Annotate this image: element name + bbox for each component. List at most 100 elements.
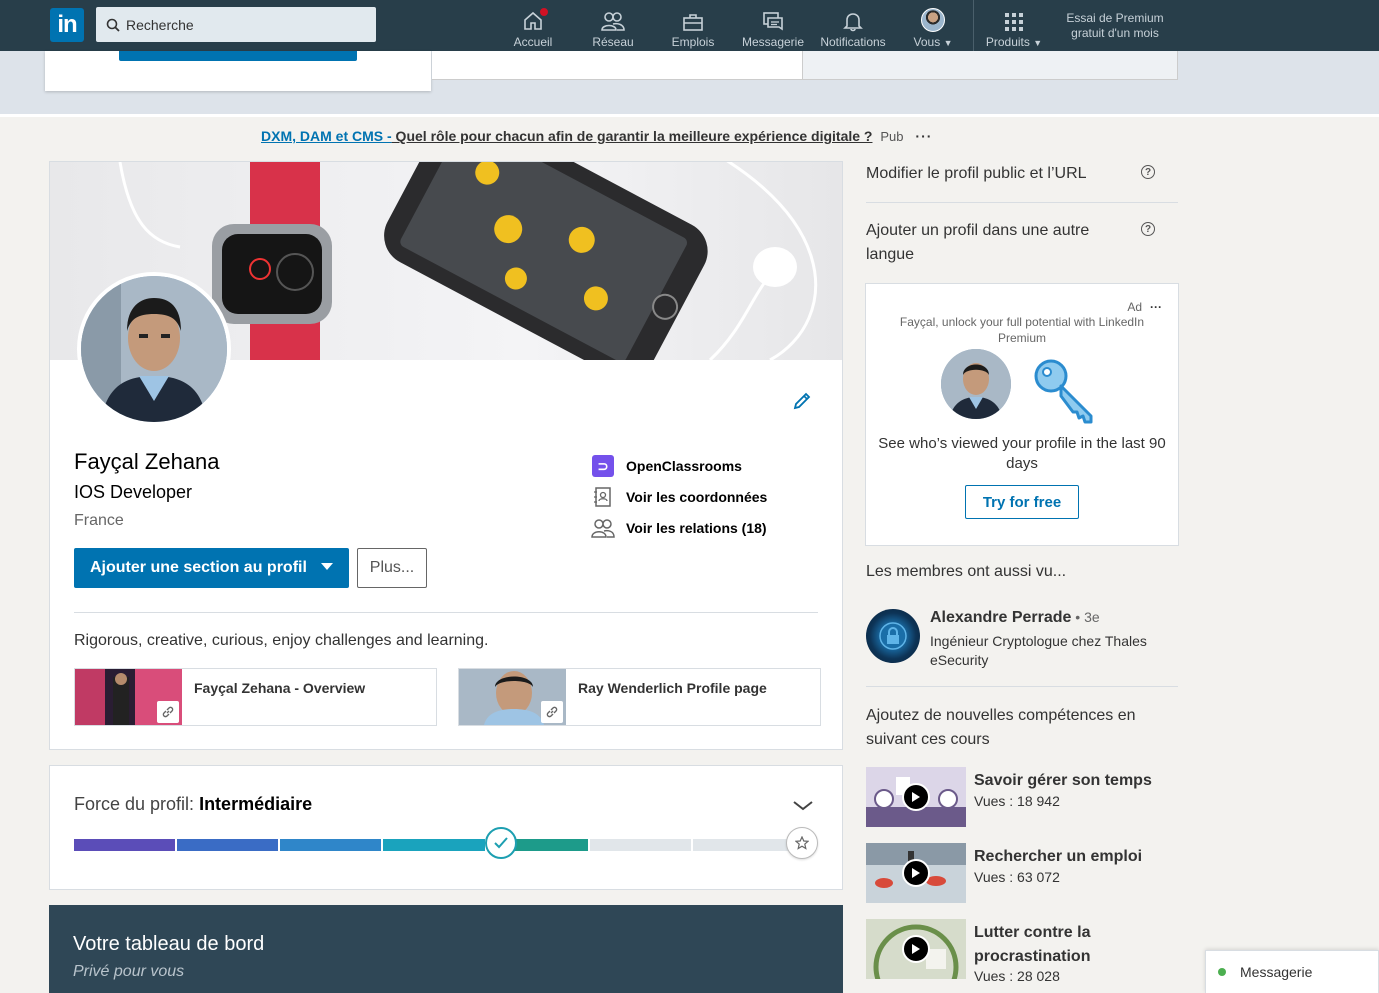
- contact-info-label: Voir les coordonnées: [626, 489, 768, 505]
- check-icon: [494, 837, 508, 849]
- strength-segment: [692, 839, 794, 851]
- network-icon: [601, 12, 625, 31]
- person-name: Alexandre Perrade: [930, 609, 1072, 626]
- play-icon: [902, 935, 930, 963]
- more-button[interactable]: Plus...: [357, 548, 427, 588]
- edit-public-profile-link[interactable]: Modifier le profil public et l’URL: [866, 162, 1126, 186]
- lock-icon: [879, 622, 907, 650]
- nav-accueil[interactable]: Accueil: [493, 0, 573, 51]
- ad-tag: Pub: [880, 129, 904, 144]
- ad-link-secondary[interactable]: Quel rôle pour chacun afin de garantir l…: [392, 128, 873, 144]
- premium-ad-card: Ad ··· Fayçal, unlock your full potential…: [865, 283, 1179, 546]
- bell-icon: [843, 13, 863, 32]
- briefcase-icon: [683, 14, 703, 31]
- nav-label: Notifications: [820, 35, 886, 49]
- media-item[interactable]: Fayçal Zehana - Overview: [74, 668, 437, 726]
- person-name-link[interactable]: Alexandre Perrade • 3e: [930, 609, 1100, 627]
- profile-headline: IOS Developer: [74, 482, 193, 502]
- course-title: Lutter contre la procrastination: [974, 924, 1091, 965]
- profile-summary: Rigorous, creative, curious, enjoy chall…: [74, 632, 489, 649]
- edit-pencil-icon[interactable]: [791, 390, 813, 412]
- course-item[interactable]: Lutter contre la procrastination Vues : …: [866, 919, 1178, 984]
- strength-segment: [589, 839, 691, 851]
- also-viewed-heading: Les membres ont aussi vu...: [866, 563, 1067, 580]
- chevron-down-icon: ▼: [1033, 38, 1043, 48]
- scrolled-card: [802, 51, 1178, 80]
- help-icon[interactable]: ?: [1141, 165, 1155, 179]
- person-headline: Ingénieur Cryptologue chez Thales eSecur…: [930, 633, 1147, 668]
- online-status-icon: [1218, 968, 1226, 976]
- profile-card: Fayçal Zehana IOS Developer France ⊃ Ope…: [49, 161, 843, 750]
- connections-label: Voir les relations (18): [626, 520, 767, 536]
- nav-notifications[interactable]: Notifications: [813, 0, 893, 51]
- ad-more-button[interactable]: ···: [1150, 300, 1162, 314]
- scrolled-button: [119, 51, 357, 61]
- divider: [866, 202, 1178, 203]
- media-title: Fayçal Zehana - Overview: [194, 680, 366, 696]
- ad-more-button[interactable]: ···: [915, 128, 932, 144]
- linkedin-logo[interactable]: in: [50, 8, 84, 42]
- dashboard-card: Votre tableau de bord Privé pour vous: [49, 905, 843, 993]
- divider: [866, 686, 1178, 687]
- try-for-free-button[interactable]: Try for free: [965, 485, 1079, 519]
- add-section-label: Ajouter une section au profil: [90, 559, 307, 576]
- link-icon: [546, 706, 558, 718]
- dashboard-title: Votre tableau de bord: [73, 933, 265, 955]
- person-avatar[interactable]: [866, 609, 920, 663]
- divider: [0, 114, 1379, 117]
- search-input[interactable]: [126, 16, 366, 33]
- nav-label: Emplois: [671, 35, 715, 49]
- nav-emplois[interactable]: Emplois: [653, 0, 733, 51]
- ad-link-primary[interactable]: DXM, DAM et CMS -: [261, 128, 392, 144]
- course-item[interactable]: Rechercher un emploi Vues : 63 072: [866, 843, 1178, 903]
- avatar: [941, 349, 1011, 419]
- messaging-tab[interactable]: Messagerie: [1205, 950, 1379, 993]
- search-box[interactable]: [96, 7, 376, 42]
- dashboard-subtitle: Privé pour vous: [73, 963, 185, 980]
- nav-label: Produits: [985, 35, 1030, 49]
- help-icon[interactable]: ?: [1141, 222, 1155, 236]
- profile-location: France: [74, 512, 124, 529]
- scrolled-card: [432, 51, 802, 80]
- grid-icon: [1005, 13, 1023, 31]
- play-icon: [902, 859, 930, 887]
- play-icon: [902, 783, 930, 811]
- notification-badge: [538, 6, 550, 18]
- ad-label: Ad ···: [1127, 300, 1162, 314]
- openclassrooms-icon: ⊃: [592, 455, 614, 477]
- strength-level: Intermédiaire: [199, 794, 313, 814]
- course-views: Vues : 18 942: [974, 793, 1060, 809]
- nav-label: Vous: [913, 35, 941, 49]
- profile-photo[interactable]: [77, 272, 231, 426]
- strength-segment: [280, 839, 382, 851]
- course-title: Rechercher un emploi: [974, 848, 1143, 865]
- add-profile-section-button[interactable]: Ajouter une section au profil: [74, 548, 349, 588]
- education-link[interactable]: ⊃ OpenClassrooms: [590, 452, 767, 480]
- profile-side-links: ⊃ OpenClassrooms Voir les coordonnées Vo…: [590, 452, 767, 545]
- profile-strength-card: Force du profil: Intermédiaire: [49, 765, 843, 890]
- education-label: OpenClassrooms: [626, 458, 742, 474]
- contact-info-link[interactable]: Voir les coordonnées: [590, 483, 767, 511]
- premium-trial-link[interactable]: Essai de Premium gratuit d'un mois: [1055, 11, 1175, 41]
- course-views: Vues : 28 028: [974, 968, 1060, 984]
- add-language-profile-link[interactable]: Ajouter un profil dans une autre langue: [866, 219, 1126, 267]
- strength-segment: [74, 839, 176, 851]
- course-thumbnail: [866, 843, 966, 903]
- nav-label: Messagerie: [741, 35, 805, 49]
- ad-tag-text: Ad: [1127, 300, 1142, 314]
- nav-produits[interactable]: Produits ▼: [974, 0, 1054, 51]
- contact-card-icon: [594, 487, 611, 507]
- connection-degree: • 3e: [1071, 609, 1100, 625]
- media-title: Ray Wenderlich Profile page: [578, 680, 767, 696]
- course-thumbnail: [866, 919, 966, 979]
- nav-reseau[interactable]: Réseau: [573, 0, 653, 51]
- connections-link[interactable]: Voir les relations (18): [590, 514, 767, 542]
- top-navbar: in Accueil Réseau Emplois Messagerie Not…: [0, 0, 1379, 51]
- course-thumbnail: [866, 767, 966, 827]
- course-item[interactable]: Savoir gérer son temps Vues : 18 942: [866, 767, 1178, 827]
- nav-messagerie[interactable]: Messagerie: [733, 0, 813, 51]
- chevron-down-icon[interactable]: [792, 800, 814, 812]
- nav-vous[interactable]: Vous ▼: [893, 0, 973, 51]
- strength-check-marker: [485, 827, 517, 859]
- media-item[interactable]: Ray Wenderlich Profile page: [458, 668, 821, 726]
